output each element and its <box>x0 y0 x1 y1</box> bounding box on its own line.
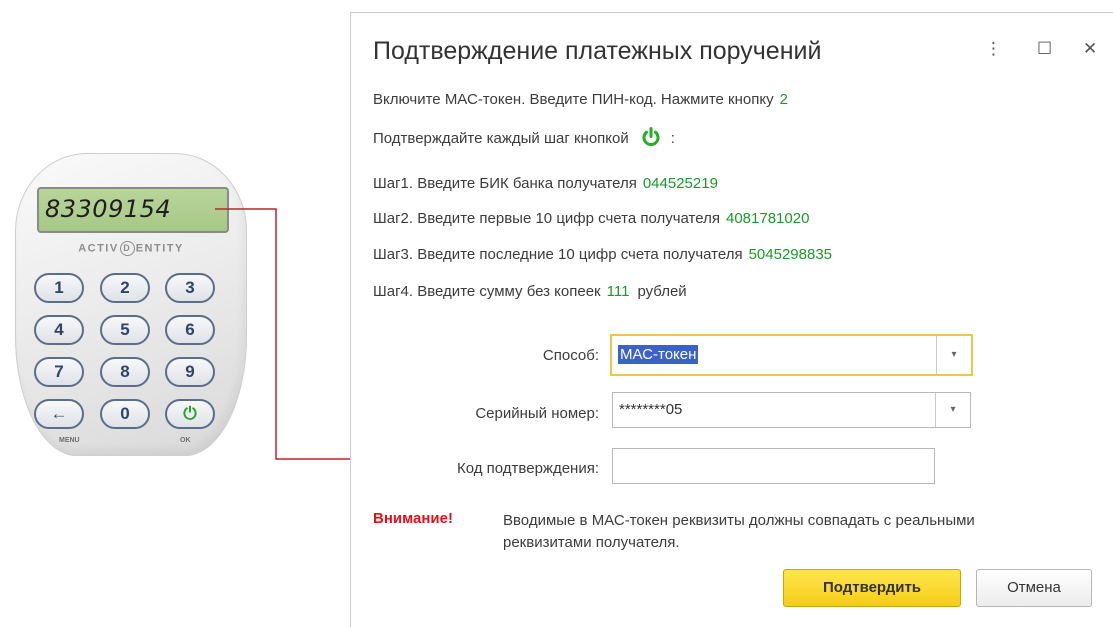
method-value: МАС-токен <box>618 345 699 364</box>
chevron-down-icon[interactable]: ▾ <box>936 336 971 374</box>
warning-title: Внимание! <box>373 510 453 527</box>
dialog-title: Подтверждение платежных поручений <box>373 37 822 65</box>
confirm-button[interactable]: Подтвердить <box>783 569 961 607</box>
step-suffix: рублей <box>637 283 687 300</box>
step-label: Шаг2. Введите первые 10 цифр счета получ… <box>373 210 720 227</box>
step-label: Шаг1. Введите БИК банка получателя <box>373 175 637 192</box>
code-label: Код подтверждения: <box>457 460 599 477</box>
step-value: 5045298835 <box>748 246 833 263</box>
step-value: 111 <box>606 283 630 300</box>
more-icon[interactable]: ⋮ <box>985 39 1002 59</box>
step-4: Шаг4. Введите сумму без копеек 111 рублей <box>373 283 687 300</box>
warning-text: Вводимые в МАС-токен реквизиты должны со… <box>503 512 975 551</box>
maximize-icon[interactable]: ☐ <box>1037 39 1052 59</box>
serial-value: ********05 <box>619 401 683 418</box>
method-select[interactable]: МАС-токен ▾ <box>610 334 973 376</box>
step-1: Шаг1. Введите БИК банка получателя 044525… <box>373 175 718 192</box>
code-input[interactable] <box>612 448 935 484</box>
serial-select[interactable]: ********05 ▾ <box>612 392 971 428</box>
step-label: Шаг4. Введите сумму без копеек <box>373 283 601 300</box>
step-value: 044525219 <box>642 175 718 192</box>
chevron-down-icon[interactable]: ▾ <box>935 393 970 427</box>
power-icon <box>642 127 660 147</box>
cancel-button[interactable]: Отмена <box>976 569 1092 607</box>
step-3: Шаг3. Введите последние 10 цифр счета по… <box>373 246 832 263</box>
instruction-1: Включите МАС-токен. Введите ПИН-код. Наж… <box>373 91 788 108</box>
instruction-2: Подтверждайте каждый шаг кнопкой : <box>373 127 675 147</box>
serial-label: Серийный номер: <box>475 405 599 422</box>
confirm-payments-dialog: Подтверждение платежных поручений ⋮ ☐ ✕ … <box>350 12 1113 627</box>
step-2: Шаг2. Введите первые 10 цифр счета получ… <box>373 210 809 227</box>
close-icon[interactable]: ✕ <box>1083 39 1097 59</box>
step-value: 4081781020 <box>725 210 810 227</box>
step-label: Шаг3. Введите последние 10 цифр счета по… <box>373 246 743 263</box>
method-label: Способ: <box>542 347 599 364</box>
